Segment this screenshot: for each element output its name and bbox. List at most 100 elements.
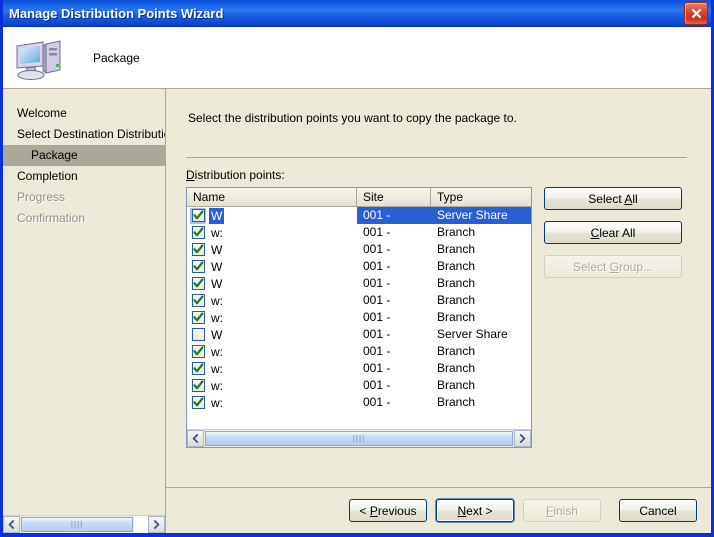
table-row[interactable]: W 001 - Branch <box>187 275 531 292</box>
table-row[interactable]: w: 001 - Branch <box>187 377 531 394</box>
row-name-text: W <box>211 242 223 257</box>
checkbox-checked-icon[interactable] <box>191 294 205 307</box>
cell-type: Branch <box>437 242 476 256</box>
column-header-site[interactable]: Site <box>357 188 431 206</box>
chevron-left-icon[interactable] <box>187 430 204 447</box>
row-checkbox-wrap <box>190 310 206 326</box>
cell-type: Branch <box>437 395 476 409</box>
chevron-right-icon[interactable] <box>514 430 531 447</box>
sidebar-item-progress: Progress <box>17 190 66 204</box>
cell-site: 001 - <box>363 259 391 273</box>
cell-name: w: <box>187 343 357 360</box>
row-checkbox-wrap <box>190 327 206 343</box>
table-row[interactable]: w: 001 - Branch <box>187 360 531 377</box>
wizard-content: Select the distribution points you want … <box>166 89 711 533</box>
checkbox-checked-icon[interactable] <box>191 311 205 324</box>
clear-all-button[interactable]: Clear All <box>544 221 682 244</box>
row-name-text: W <box>211 276 223 291</box>
table-row[interactable]: w: 001 - Branch <box>187 224 531 241</box>
btn-post: inish <box>553 503 579 518</box>
cell-type: Branch <box>437 259 476 273</box>
checkbox-unchecked-icon[interactable] <box>191 328 205 341</box>
computer-icon <box>13 34 67 82</box>
checkbox-checked-icon[interactable] <box>191 277 205 290</box>
row-name-text: W <box>211 259 223 274</box>
checkbox-checked-icon[interactable] <box>191 209 205 222</box>
title-bar: Manage Distribution Points Wizard <box>3 0 711 27</box>
next-button[interactable]: Next > <box>436 499 514 522</box>
row-name-text: W <box>211 327 223 342</box>
wizard-steps-sidebar: Welcome Select Destination Distribution … <box>3 89 166 533</box>
table-row[interactable]: w: 001 - Branch <box>187 309 531 326</box>
checkbox-checked-icon[interactable] <box>191 362 205 375</box>
cell-name: w: <box>187 292 357 309</box>
label-rest: istribution points: <box>194 168 285 182</box>
cell-type: Branch <box>437 276 476 290</box>
table-row[interactable]: W 001 - Server Share <box>187 207 531 224</box>
cell-site: 001 - <box>363 310 391 324</box>
cell-site: 001 - <box>363 293 391 307</box>
row-checkbox-wrap <box>190 259 206 275</box>
instruction-text: Select the distribution points you want … <box>188 111 517 125</box>
row-name-text: w: <box>211 225 223 240</box>
checkbox-checked-icon[interactable] <box>191 396 205 409</box>
cell-site: 001 - <box>363 276 391 290</box>
column-header-type[interactable]: Type <box>431 188 531 206</box>
cell-site: 001 - <box>363 225 391 239</box>
cell-site: 001 - <box>363 344 391 358</box>
previous-button[interactable]: < Previous <box>349 499 427 522</box>
cell-type: Branch <box>437 310 476 324</box>
chevron-right-icon[interactable] <box>148 516 165 533</box>
cancel-button[interactable]: Cancel <box>619 499 697 522</box>
row-name-text: w: <box>211 395 223 410</box>
select-all-button[interactable]: Select All <box>544 187 682 210</box>
sidebar-scroll-thumb[interactable]: |||| <box>21 517 133 532</box>
list-horizontal-scrollbar[interactable]: |||| <box>187 429 531 447</box>
btn-pre: < <box>359 503 370 518</box>
table-row[interactable]: W 001 - Server Share <box>187 326 531 343</box>
btn-post: roup... <box>619 259 654 274</box>
sidebar-item-welcome[interactable]: Welcome <box>3 103 165 124</box>
cell-name: W <box>187 326 357 343</box>
distribution-points-list[interactable]: Name Site Type W 001 - Server Share w: 001 -… <box>186 187 532 448</box>
row-checkbox-wrap <box>190 378 206 394</box>
distribution-points-label: Distribution points: <box>186 168 285 182</box>
cell-type: Branch <box>437 293 476 307</box>
checkbox-checked-icon[interactable] <box>191 345 205 358</box>
sidebar-scroll-track[interactable] <box>134 516 148 533</box>
table-row[interactable]: w: 001 - Branch <box>187 343 531 360</box>
row-checkbox-wrap <box>190 361 206 377</box>
label-accelerator: D <box>186 168 195 182</box>
table-row[interactable]: W 001 - Branch <box>187 258 531 275</box>
list-action-buttons: Select All Clear All Select Group... <box>544 187 682 289</box>
sidebar-horizontal-scrollbar[interactable]: |||| <box>3 515 165 533</box>
window-title: Manage Distribution Points Wizard <box>9 5 224 21</box>
btn-pre: Select <box>572 259 610 274</box>
cell-name: w: <box>187 360 357 377</box>
checkbox-checked-icon[interactable] <box>191 379 205 392</box>
checkbox-checked-icon[interactable] <box>191 243 205 256</box>
table-row[interactable]: w: 001 - Branch <box>187 394 531 411</box>
row-name-text: w: <box>211 378 223 393</box>
close-icon[interactable] <box>684 2 708 25</box>
sidebar-item-completion[interactable]: Completion <box>3 166 165 187</box>
cell-site: 001 - <box>363 395 391 409</box>
table-row[interactable]: w: 001 - Branch <box>187 292 531 309</box>
row-name-text: w: <box>211 361 223 376</box>
row-checkbox-wrap <box>190 395 206 411</box>
cell-type: Branch <box>437 378 476 392</box>
cell-name: w: <box>187 377 357 394</box>
list-header-row: Name Site Type <box>187 188 531 207</box>
chevron-left-icon[interactable] <box>3 516 20 533</box>
cell-type: Server Share <box>431 207 531 224</box>
checkbox-checked-icon[interactable] <box>191 260 205 273</box>
sidebar-item-select-destination[interactable]: Select Destination Distribution P <box>3 124 165 145</box>
page-title: Package <box>93 50 140 65</box>
sidebar-item-package[interactable]: Package <box>3 145 165 166</box>
row-checkbox-wrap <box>190 276 206 292</box>
section-divider <box>186 157 687 158</box>
table-row[interactable]: W 001 - Branch <box>187 241 531 258</box>
list-scroll-thumb[interactable]: |||| <box>205 431 513 446</box>
checkbox-checked-icon[interactable] <box>191 226 205 239</box>
column-header-name[interactable]: Name <box>187 188 357 206</box>
